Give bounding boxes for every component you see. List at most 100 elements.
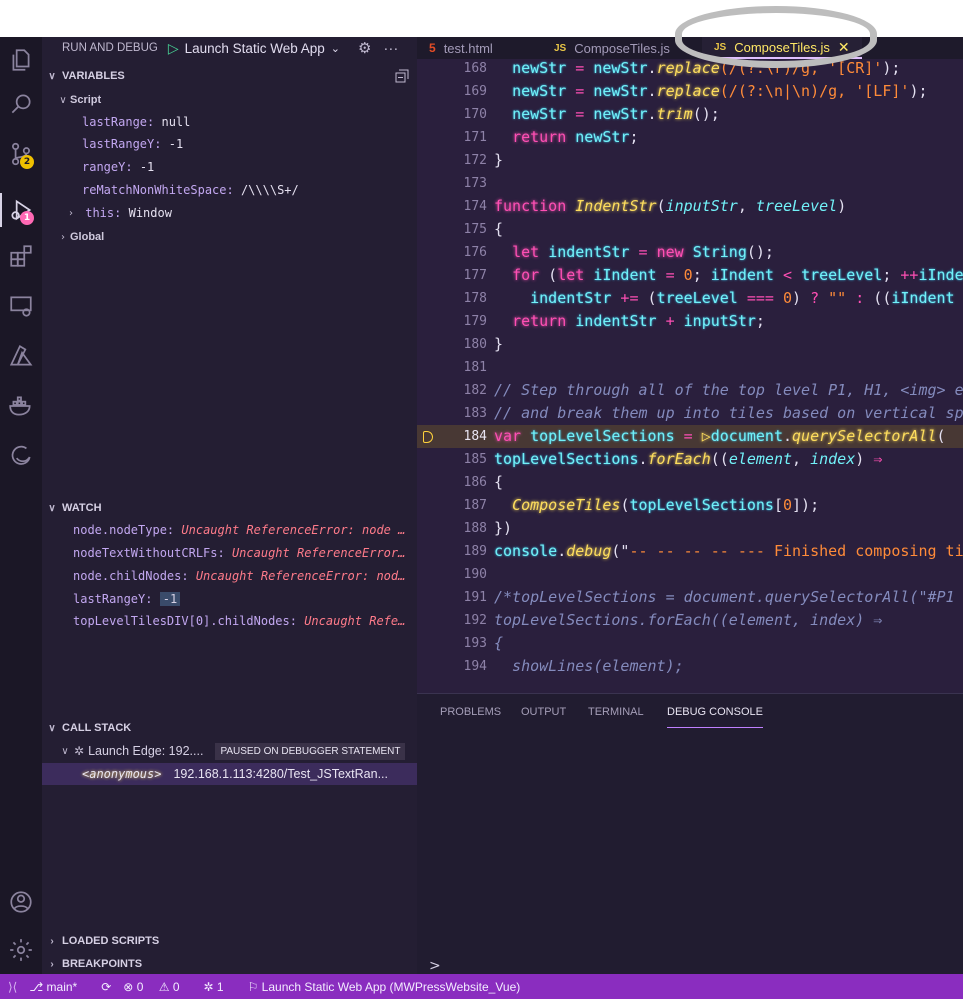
code-line[interactable]: 172} [417, 149, 963, 172]
code-line[interactable]: 169 newStr = newStr.replace(/(?:\n|\n)/g… [417, 80, 963, 103]
code-line[interactable]: 182 // Step through all of the top level … [417, 379, 963, 402]
variable-row[interactable]: lastRange: null [42, 111, 417, 133]
collapse-all-icon[interactable] [395, 69, 409, 83]
code-line[interactable]: 176 let indentStr = new String(); [417, 241, 963, 264]
code-line[interactable]: 184 var topLevelSections = ▷document.quer… [417, 425, 963, 448]
close-icon[interactable]: ✕ [838, 39, 850, 56]
start-debugging-icon[interactable]: ▷ [168, 40, 179, 57]
launch-config-item[interactable]: ⚐ Launch Static Web App (MWPressWebsite_… [248, 980, 533, 994]
scope-script[interactable]: ∨ Script [42, 89, 417, 111]
code-token: ; [692, 266, 711, 284]
code-line[interactable]: 173 [417, 172, 963, 195]
code-line[interactable]: 188}) [417, 517, 963, 540]
remote-explorer-icon[interactable] [0, 283, 42, 329]
code-line[interactable]: 178 indentStr += (treeLevel === 0) ? "" … [417, 287, 963, 310]
variables-section-header[interactable]: ∨ VARIABLES [42, 65, 417, 87]
code-text: ComposeTiles(topLevelSections[0]); [494, 494, 819, 517]
code-line[interactable]: 193 { [417, 632, 963, 655]
code-line[interactable]: 175 { [417, 218, 963, 241]
variable-row[interactable]: reMatchNonWhiteSpace: /\\\\S+/ [42, 179, 417, 201]
debug-sessions-item[interactable]: ✲ 1 [204, 980, 236, 994]
code-line[interactable]: 170 newStr = newStr.trim(); [417, 103, 963, 126]
line-number: 193 [463, 636, 487, 651]
code-line[interactable]: 185 topLevelSections.forEach((element, in… [417, 448, 963, 471]
watch-expression[interactable]: node.nodeType: Uncaught ReferenceError: … [73, 519, 418, 541]
code-line[interactable]: 186 { [417, 471, 963, 494]
code-line[interactable]: 189 console.debug("-- -- -- -- --- Finish… [417, 540, 963, 563]
code-line[interactable]: 194 showLines(element); [417, 655, 963, 678]
code-line[interactable]: 190 [417, 563, 963, 586]
debug-sidebar: RUN AND DEBUG ▷ Launch Static Web App ⌄ … [42, 37, 417, 974]
code-line[interactable]: 191 /*topLevelSections = document.querySe… [417, 586, 963, 609]
edge-devtools-icon[interactable] [0, 433, 42, 479]
watch-expression[interactable]: nodeTextWithoutCRLFs: Uncaught Reference… [73, 542, 418, 564]
run-debug-header: RUN AND DEBUG ▷ Launch Static Web App ⌄ … [42, 37, 417, 59]
launch-config-dropdown[interactable]: ▷ Launch Static Web App ⌄ [168, 40, 340, 57]
code-line[interactable]: 179 return indentStr + inputStr; [417, 310, 963, 333]
variable-row-this[interactable]: › this: Window [42, 202, 417, 224]
breakpoint-paused-icon[interactable] [423, 431, 433, 443]
loaded-scripts-section-header[interactable]: › LOADED SCRIPTS [42, 930, 417, 952]
code-token: trim [656, 105, 693, 123]
variable-value: /\\\\S+/ [240, 183, 299, 197]
code-line[interactable]: 183 // and break them up into tiles based… [417, 402, 963, 425]
code-editor[interactable]: 168 newStr = newStr.replace(/(?:\r)/g, '… [417, 59, 963, 693]
code-line[interactable]: 171 return newStr; [417, 126, 963, 149]
code-token: /*topLevelSections = document.querySelec… [494, 588, 955, 606]
tab-debug-console[interactable]: DEBUG CONSOLE [667, 706, 763, 728]
watch-expression[interactable]: lastRangeY: -1 [73, 588, 418, 610]
source-control-icon[interactable]: 2 [0, 131, 42, 177]
line-number: 170 [463, 107, 487, 122]
azure-icon[interactable] [0, 333, 42, 379]
tab-composetiles-js-active[interactable]: JS ComposeTiles.js ✕ [702, 37, 862, 59]
variable-name: lastRangeY: [82, 137, 162, 151]
scope-global[interactable]: › Global [42, 226, 417, 248]
accounts-icon[interactable] [0, 879, 42, 925]
debug-badge: 1 [20, 211, 34, 225]
tab-test-html[interactable]: 5 test.html [417, 37, 542, 59]
code-line[interactable]: 177 for (let iIndent = 0; iIndent < tree… [417, 264, 963, 287]
code-token: ( [656, 197, 666, 215]
code-token: IndentStr [575, 197, 657, 215]
tab-output[interactable]: OUTPUT [521, 706, 566, 728]
open-launch-json-icon[interactable]: ⚙ [358, 39, 371, 57]
run-debug-icon[interactable]: 1 [0, 187, 42, 233]
call-stack-frame[interactable]: <anonymous> 192.168.1.113:4280/Test_JSTe… [42, 763, 417, 785]
extensions-icon[interactable] [0, 233, 42, 279]
problems-item[interactable]: ⊗ 0 ⚠ 0 [123, 980, 191, 994]
activity-bar: 2 1 [0, 37, 42, 974]
call-stack-section-header[interactable]: ∨ CALL STACK [42, 717, 417, 739]
code-line[interactable]: 192 topLevelSections.forEach((element, in… [417, 609, 963, 632]
code-token: ) [792, 289, 811, 307]
watch-expression[interactable]: node.childNodes: Uncaught ReferenceError… [73, 565, 418, 587]
code-token: (/(?:\r)/g, [719, 59, 829, 77]
code-line[interactable]: 174 function IndentStr(inputStr, treeLeve… [417, 195, 963, 218]
explorer-icon[interactable] [0, 37, 42, 83]
tab-terminal[interactable]: TERMINAL [588, 706, 644, 728]
variable-value: -1 [168, 137, 184, 151]
search-icon[interactable] [0, 81, 42, 127]
tab-composetiles-js[interactable]: JS ComposeTiles.js [542, 37, 702, 59]
variable-row[interactable]: lastRangeY: -1 [42, 133, 417, 155]
docker-icon[interactable] [0, 383, 42, 429]
branch-item[interactable]: ⎇ main* [29, 980, 89, 994]
variable-row[interactable]: rangeY: -1 [42, 156, 417, 178]
settings-gear-icon[interactable] [0, 927, 42, 973]
watch-section-header[interactable]: ∨ WATCH [42, 497, 417, 519]
code-line[interactable]: 181 [417, 356, 963, 379]
debug-console-prompt[interactable]: > [429, 958, 441, 974]
watch-expression[interactable]: topLevelTilesDIV[0].childNodes: Uncaught… [73, 610, 418, 632]
code-line[interactable]: 180} [417, 333, 963, 356]
more-actions-icon[interactable]: ··· [383, 40, 398, 57]
call-stack-thread[interactable]: ∨ ✲ Launch Edge: 192.... PAUSED ON DEBUG… [42, 740, 417, 762]
remote-icon[interactable]: ⟩⟨ [8, 980, 17, 994]
breakpoints-section-header[interactable]: › BREAKPOINTS [42, 953, 417, 975]
sync-icon[interactable]: ⟳ [101, 980, 111, 994]
code-line[interactable]: 187 ComposeTiles(topLevelSections[0]); [417, 494, 963, 517]
code-token: = [656, 266, 684, 284]
chevron-down-icon: ∨ [48, 70, 56, 82]
tab-problems[interactable]: PROBLEMS [440, 706, 501, 728]
code-token: ; [755, 312, 765, 330]
code-line[interactable]: 168 newStr = newStr.replace(/(?:\r)/g, '… [417, 59, 963, 80]
